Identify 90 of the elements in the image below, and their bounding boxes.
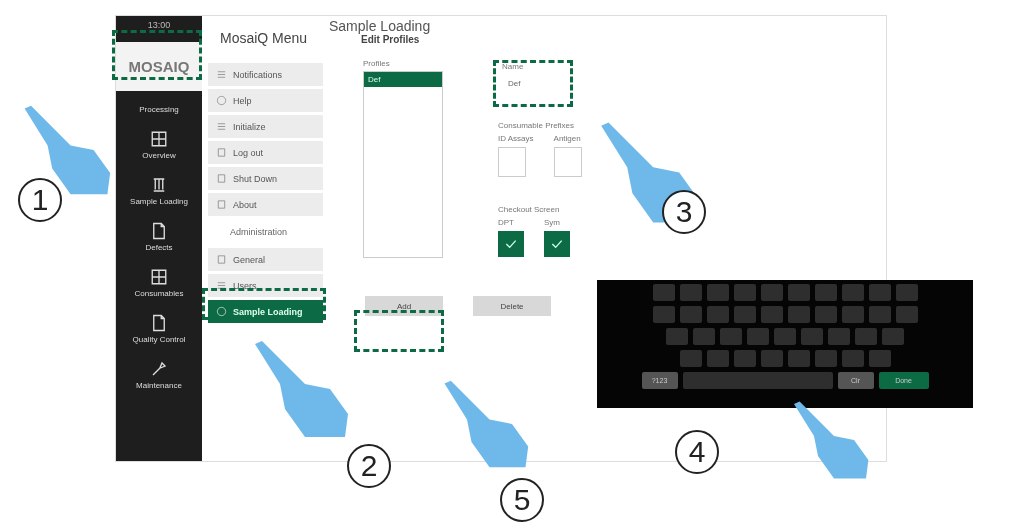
keyboard-key[interactable] <box>706 284 729 301</box>
grid-icon <box>150 268 168 286</box>
menu-item-icon <box>216 173 227 184</box>
section-title: Edit Profiles <box>361 34 421 45</box>
logo-text: MOSAIQ <box>116 42 202 91</box>
menu-item[interactable]: Log out <box>208 141 323 164</box>
keyboard-key[interactable] <box>801 328 823 345</box>
keyboard-key[interactable] <box>693 328 715 345</box>
keyboard-key[interactable] <box>760 284 783 301</box>
sidebar-item[interactable]: Processing <box>139 103 179 116</box>
grid-icon <box>150 130 168 148</box>
keyboard-key[interactable] <box>841 284 864 301</box>
document-icon <box>150 314 168 332</box>
menu-item[interactable]: General <box>208 248 323 271</box>
sidebar-item[interactable]: Consumables <box>134 266 184 300</box>
keyboard-key[interactable] <box>787 284 810 301</box>
keyboard-key[interactable] <box>787 306 810 323</box>
clock-text: 13:00 <box>147 20 171 30</box>
step-number: 1 <box>18 178 62 222</box>
keyboard-key[interactable] <box>814 350 837 367</box>
field-label: ID Assays <box>498 134 534 143</box>
keyboard-key[interactable] <box>868 284 891 301</box>
keyboard-key[interactable] <box>760 350 783 367</box>
field-label: Checkout Screen <box>498 205 561 214</box>
keyboard-key[interactable] <box>733 306 756 323</box>
wrench-icon <box>150 360 168 378</box>
keyboard-key[interactable] <box>747 328 769 345</box>
keyboard-key[interactable] <box>868 350 891 367</box>
keyboard-key[interactable] <box>814 306 837 323</box>
field-label: Antigen <box>553 134 582 143</box>
field-label: Consumable Prefixes <box>498 121 576 130</box>
menu-item-icon <box>216 69 227 80</box>
step-number: 5 <box>500 478 544 522</box>
field-label: Name <box>502 62 525 71</box>
keyboard-key[interactable] <box>706 350 729 367</box>
section-heading: Administration <box>229 226 289 239</box>
checkbox-label: DPT <box>498 218 515 227</box>
keyboard-key[interactable] <box>679 284 702 301</box>
keyboard-key[interactable] <box>720 328 742 345</box>
sidebar-item[interactable]: Maintenance <box>136 358 182 392</box>
input-field[interactable] <box>498 147 526 177</box>
keyboard-key[interactable] <box>828 328 850 345</box>
keyboard-key[interactable] <box>895 284 918 301</box>
keyboard-key[interactable] <box>733 350 756 367</box>
menu-title: MosaiQ Menu <box>219 29 309 48</box>
checkbox[interactable] <box>544 231 570 257</box>
keyboard-key[interactable] <box>652 306 675 323</box>
checkbox[interactable] <box>498 231 524 257</box>
keyboard-key[interactable] <box>679 350 702 367</box>
menu-item-icon <box>216 199 227 210</box>
input-field[interactable] <box>553 147 582 177</box>
sidebar-item[interactable]: Defects <box>145 220 173 254</box>
keyboard-key[interactable] <box>679 306 702 323</box>
name-field[interactable]: Def <box>502 77 578 90</box>
keyboard-key[interactable] <box>666 328 688 345</box>
sidebar-item[interactable]: Overview <box>142 128 176 162</box>
keyboard-key[interactable] <box>895 306 918 323</box>
menu-item[interactable]: About <box>208 193 323 216</box>
menu-item-icon <box>216 147 227 158</box>
menu-item[interactable]: Sample Loading <box>208 300 323 323</box>
menu-item-icon <box>216 280 227 291</box>
menu-item[interactable]: Shut Down <box>208 167 323 190</box>
menu-item-icon <box>216 95 227 106</box>
keyboard-key[interactable] <box>882 328 904 345</box>
keyboard-key[interactable] <box>706 306 729 323</box>
menu-item-icon <box>216 121 227 132</box>
sidebar-item[interactable]: Sample Loading <box>130 174 188 208</box>
keyboard-key[interactable] <box>841 350 864 367</box>
menu-item[interactable]: Initialize <box>208 115 323 138</box>
action-button[interactable]: Delete <box>473 296 551 316</box>
menu-item-icon <box>216 254 227 265</box>
keyboard-key[interactable] <box>868 306 891 323</box>
document-icon <box>150 222 168 240</box>
keyboard-key[interactable] <box>787 350 810 367</box>
keyboard-key[interactable] <box>855 328 877 345</box>
keyboard-key[interactable] <box>814 284 837 301</box>
keyboard-key[interactable] <box>774 328 796 345</box>
sidebar-item[interactable]: Quality Control <box>132 312 186 346</box>
space-key[interactable] <box>682 372 833 389</box>
keyboard-key[interactable] <box>760 306 783 323</box>
page-title: Sample Loading <box>329 18 432 34</box>
field-label: Profiles <box>363 59 391 68</box>
menu-item[interactable]: Help <box>208 89 323 112</box>
menu-item[interactable]: Notifications <box>208 63 323 86</box>
checkbox-label: Sym <box>544 218 561 227</box>
menu-item-icon <box>216 306 227 317</box>
keyboard-key[interactable] <box>841 306 864 323</box>
keyboard-key[interactable] <box>652 284 675 301</box>
profile-item[interactable]: Def <box>364 72 442 87</box>
keyboard-key[interactable] <box>733 284 756 301</box>
